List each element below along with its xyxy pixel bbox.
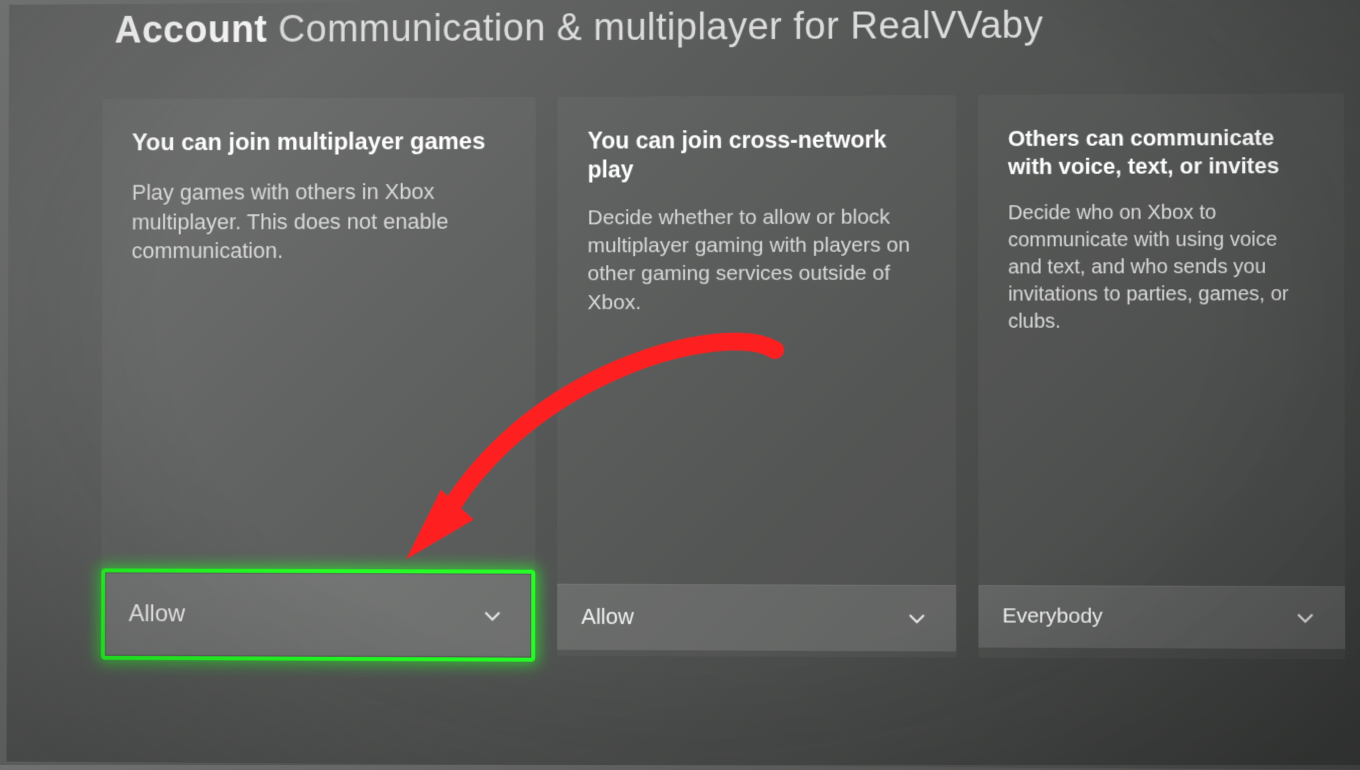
card-description: Play games with others in Xbox multiplay… <box>132 177 507 266</box>
card-cross-network-play: You can join cross-network play Decide w… <box>557 95 956 657</box>
card-others-communicate: Others can communicate with voice, text,… <box>978 93 1346 659</box>
xbox-privacy-settings-page: Account Communication & multiplayer for … <box>7 0 1360 770</box>
dropdown-others-communicate[interactable]: Everybody <box>978 585 1345 649</box>
card-join-multiplayer: You can join multiplayer games Play game… <box>101 97 536 656</box>
dropdown-cross-network-play[interactable]: Allow <box>557 584 956 652</box>
chevron-down-icon <box>903 605 929 631</box>
page-title: Account Communication & multiplayer for … <box>9 0 1360 53</box>
card-description: Decide who on Xbox to communicate with u… <box>1008 199 1314 335</box>
chevron-down-icon <box>1292 604 1319 630</box>
dropdown-selected-value: Everybody <box>1002 604 1102 629</box>
dropdown-selected-value: Allow <box>129 600 185 628</box>
chevron-down-icon <box>480 602 506 628</box>
page-title-sub: Communication & multiplayer for RealVVab… <box>278 4 1043 50</box>
card-description: Decide whether to allow or block multipl… <box>588 203 926 317</box>
dropdown-join-multiplayer[interactable]: Allow <box>101 568 536 661</box>
page-title-section: Account <box>115 9 268 51</box>
card-title: You can join multiplayer games <box>132 127 506 158</box>
settings-cards-row: You can join multiplayer games Play game… <box>101 93 1360 659</box>
card-title: You can join cross-network play <box>588 125 926 184</box>
dropdown-selected-value: Allow <box>581 604 633 630</box>
card-title: Others can communicate with voice, text,… <box>1008 124 1314 180</box>
